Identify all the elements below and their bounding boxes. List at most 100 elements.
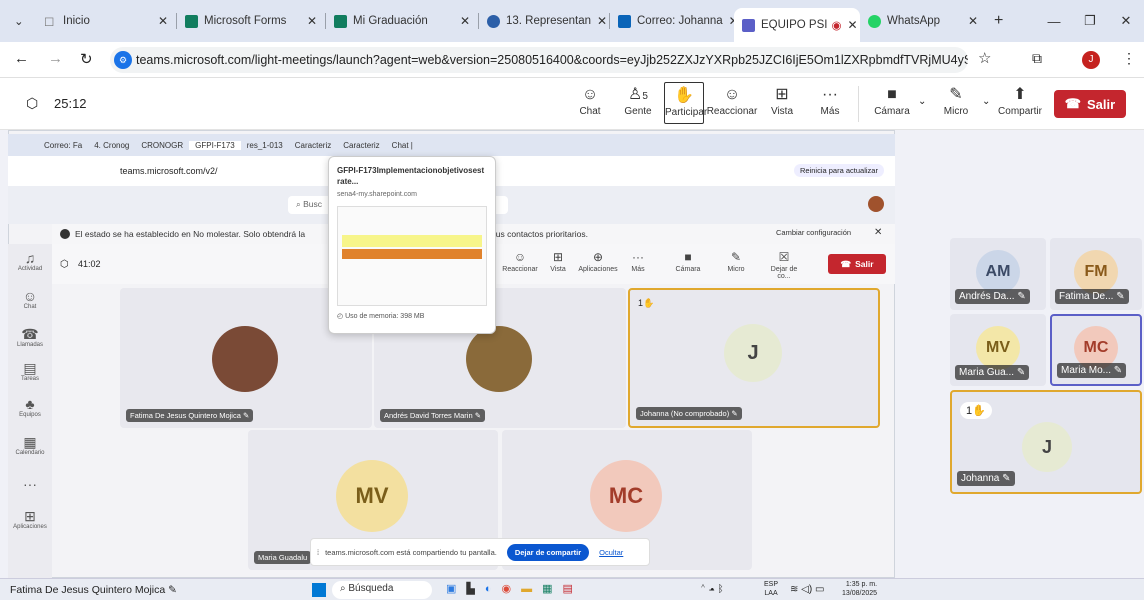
right-tile-am: AM Andrés Da... ✎ — [950, 238, 1046, 310]
extensions-icon[interactable]: ⧉ — [1032, 50, 1042, 67]
button-label: Micro — [727, 266, 745, 273]
forms-icon — [185, 14, 198, 28]
site-info-icon[interactable]: ⚙ — [114, 51, 132, 69]
back-arrow-icon[interactable]: ← — [14, 50, 29, 67]
participant-name: Fatima De... ✎ — [1055, 289, 1129, 304]
tab-inicio[interactable]: ☐ Inicio ✕ — [36, 5, 176, 37]
plus-icon: + — [994, 12, 1004, 29]
tile-johanna: 1✋ J Johanna (No comprobado) ✎ — [628, 288, 880, 428]
new-tab-button[interactable]: + — [986, 5, 1012, 37]
mic-button[interactable]: ✎ Micro — [928, 84, 984, 117]
button-label: Cámara — [874, 106, 910, 117]
rail-calendar: ▦ Calendario — [8, 434, 52, 456]
button-label: Reaccionar — [502, 266, 538, 273]
forward-arrow-icon[interactable]: → — [48, 50, 63, 67]
close-window-button[interactable]: ✕ — [1108, 13, 1144, 29]
share-button[interactable]: ⬆ Compartir — [992, 84, 1048, 117]
tab-label: EQUIPO PSI — [761, 19, 828, 31]
avatar-initials: MV — [986, 339, 1010, 356]
chevron-down-icon: ⌄ — [14, 16, 24, 28]
avatar: FM — [1074, 250, 1118, 294]
avatar-initials: MC — [608, 483, 644, 508]
outlook-icon — [618, 14, 631, 28]
tab-correo[interactable]: Correo: Johanna ✕ — [610, 5, 734, 37]
right-tile-johanna: 1✋ J Johanna ✎ — [950, 390, 1142, 494]
avatar: J — [1022, 422, 1072, 472]
drag-icon: ⁞ — [317, 547, 320, 557]
tab-list-button[interactable]: ⌄ — [6, 5, 36, 37]
close-icon[interactable]: ✕ — [842, 18, 858, 32]
profile-avatar[interactable]: J — [1082, 51, 1100, 69]
url-field[interactable]: ⚙ teams.microsoft.com/light-meetings/lau… — [110, 47, 968, 73]
button-label: Reaccionar — [706, 106, 758, 117]
reload-icon[interactable]: ↻ — [80, 50, 93, 68]
participant-name: Johanna (No comprobado) ✎ — [636, 407, 742, 420]
tab-representan[interactable]: 13. Representan ✕ — [479, 5, 609, 37]
name-text: Fatima De Jesus Quintero Mojica — [130, 411, 241, 420]
close-icon[interactable]: ✕ — [591, 14, 607, 28]
close-icon[interactable]: ✕ — [152, 14, 168, 28]
people-button[interactable]: ♙5 Gente — [610, 84, 666, 117]
participant-name: Fatima De Jesus Quintero Mojica ✎ — [126, 409, 254, 422]
meeting-toolbar: ⬡ 25:12 ☺ Chat ♙5 Gente ✋ Participar ☺ Reacc… — [0, 78, 1144, 130]
button-label: Salir — [855, 259, 874, 269]
minimize-icon: — — [1047, 13, 1061, 29]
restore-button[interactable]: ❐ — [1072, 13, 1108, 29]
inner-share: ☒ Dejar de co... — [764, 250, 804, 280]
right-tile-mc: MC Maria Mo... ✎ — [1050, 314, 1142, 386]
avatar: MV — [336, 460, 408, 532]
avatar-initials: FM — [1084, 263, 1108, 280]
tab-whatsapp[interactable]: WhatsApp ✕ — [860, 5, 986, 37]
inner-tab: Caracteriz — [294, 140, 332, 150]
terminal-icon: ▙ — [466, 583, 485, 595]
popup-title: GFPI-F173Implementacionobjetivosestrate.… — [337, 166, 485, 186]
chevron-down-icon[interactable]: ⌄ — [918, 96, 926, 107]
avatar-initials: MC — [1083, 339, 1109, 356]
inner-app-rail: ♫ Actividad ☺ Chat ☎ Llamadas ▤ Tareas ♣ Equi… — [8, 244, 52, 578]
close-icon[interactable]: ✕ — [723, 14, 734, 28]
meeting-timer: 25:12 — [54, 96, 87, 111]
taskbar-apps: ▣▙◐◉▬▦▤ — [446, 582, 583, 595]
name-text: Maria Mo... — [1061, 365, 1112, 376]
inner-tab: GFPI-F173 — [189, 140, 241, 150]
button-label: Participar — [665, 107, 708, 118]
react-button[interactable]: ☺ Reaccionar — [704, 84, 760, 117]
chevron-down-icon[interactable]: ⌄ — [982, 96, 990, 107]
avatar: MV — [976, 326, 1020, 370]
avatar-initials: MV — [355, 483, 389, 508]
avatar — [212, 326, 278, 392]
name-text: Johanna (No comprobado) — [640, 409, 730, 418]
leave-button[interactable]: ☎ Salir — [1054, 90, 1126, 118]
menu-icon[interactable]: ⋮ — [1122, 50, 1136, 67]
more-button[interactable]: ··· Más — [802, 84, 858, 117]
change-config-button: Cambiar configuración — [776, 228, 852, 237]
name-text: Andrés David Torres Marin — [384, 411, 473, 420]
cloud-icon — [487, 14, 500, 28]
add-apps-icon: ⊞ — [24, 508, 36, 524]
mic-off-icon: ✎ — [949, 86, 963, 103]
hand-raised: 1✋ — [960, 402, 992, 419]
mic-off-icon: ✎ — [242, 411, 250, 420]
tab-microsoft-forms[interactable]: Microsoft Forms ✕ — [177, 5, 325, 37]
memory-icon: ◴ — [337, 313, 346, 320]
smiley-icon: ☺ — [513, 250, 527, 264]
inner-more: ··· Más — [618, 250, 658, 273]
calendar-icon: ▦ — [23, 434, 37, 450]
raise-hand-button[interactable]: ✋ Participar — [664, 82, 708, 124]
tab-label: WhatsApp — [887, 15, 941, 27]
rail-chat: ☺ Chat — [8, 288, 52, 310]
button-label: Gente — [624, 106, 652, 117]
tab-equipo-psi[interactable]: EQUIPO PSI ◉ ✕ — [734, 8, 860, 42]
close-icon[interactable]: ✕ — [301, 14, 317, 28]
close-icon[interactable]: ✕ — [962, 14, 978, 28]
camera-off-icon: ■ — [887, 86, 897, 103]
pdf-icon: ▤ — [562, 583, 583, 595]
shield-icon: ⬡ — [60, 259, 69, 270]
minimize-button[interactable]: — — [1036, 14, 1072, 29]
rail-tasks: ▤ Tareas — [8, 360, 52, 382]
tab-mi-graduacion[interactable]: Mi Graduación ✕ — [326, 5, 478, 37]
star-icon[interactable]: ☆ — [978, 49, 991, 67]
camera-button[interactable]: ■ Cámara — [864, 84, 920, 117]
close-icon[interactable]: ✕ — [454, 14, 470, 28]
button-label: Dejar de co... — [770, 266, 798, 280]
